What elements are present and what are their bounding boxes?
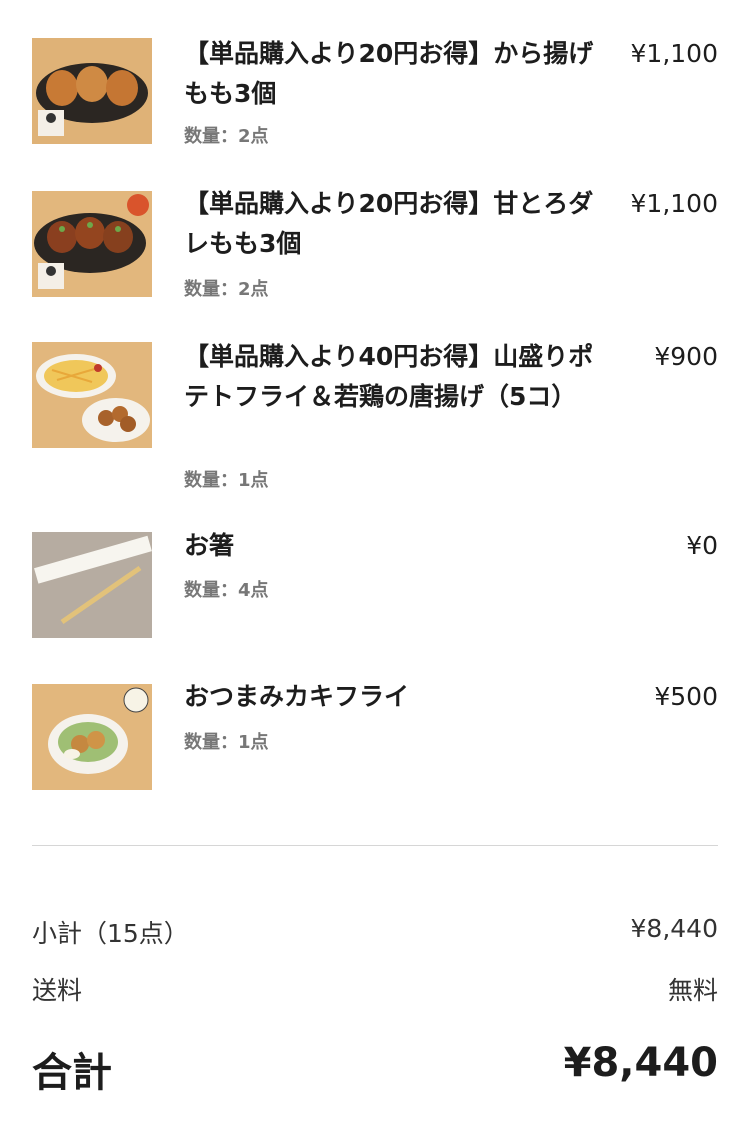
item-quantity: 数量：1点	[184, 732, 269, 753]
product-image[interactable]	[32, 191, 152, 297]
subtotal-label: 小計（15点）	[32, 919, 189, 948]
item-title[interactable]: 【単品購入より20円お得】甘とろダレもも3個	[184, 184, 616, 264]
item-title[interactable]: 【単品購入より20円お得】から揚げもも3個	[184, 34, 616, 114]
item-price: ¥900	[654, 342, 718, 371]
item-quantity: 数量：2点	[184, 126, 269, 147]
item-title[interactable]: おつまみカキフライ	[184, 677, 616, 717]
shipping-label: 送料	[32, 976, 83, 1005]
total-label: 合計	[32, 1050, 112, 1096]
product-image[interactable]	[32, 38, 152, 144]
product-image[interactable]	[32, 342, 152, 448]
divider	[32, 845, 718, 846]
subtotal-value: ¥8,440	[630, 914, 718, 943]
item-title[interactable]: 【単品購入より40円お得】山盛りポテトフライ＆若鶏の唐揚げ（5コ）	[184, 337, 616, 417]
product-image[interactable]	[32, 532, 152, 638]
item-price: ¥1,100	[630, 189, 718, 218]
item-price: ¥1,100	[630, 39, 718, 68]
item-quantity: 数量：4点	[184, 580, 269, 601]
item-title[interactable]: お箸	[184, 526, 616, 566]
product-image[interactable]	[32, 684, 152, 790]
shipping-value: 無料	[667, 976, 718, 1005]
item-quantity: 数量：2点	[184, 279, 269, 300]
item-price: ¥500	[654, 682, 718, 711]
total-value: ¥8,440	[563, 1040, 718, 1086]
item-quantity: 数量：1点	[184, 470, 269, 491]
item-price: ¥0	[686, 531, 718, 560]
